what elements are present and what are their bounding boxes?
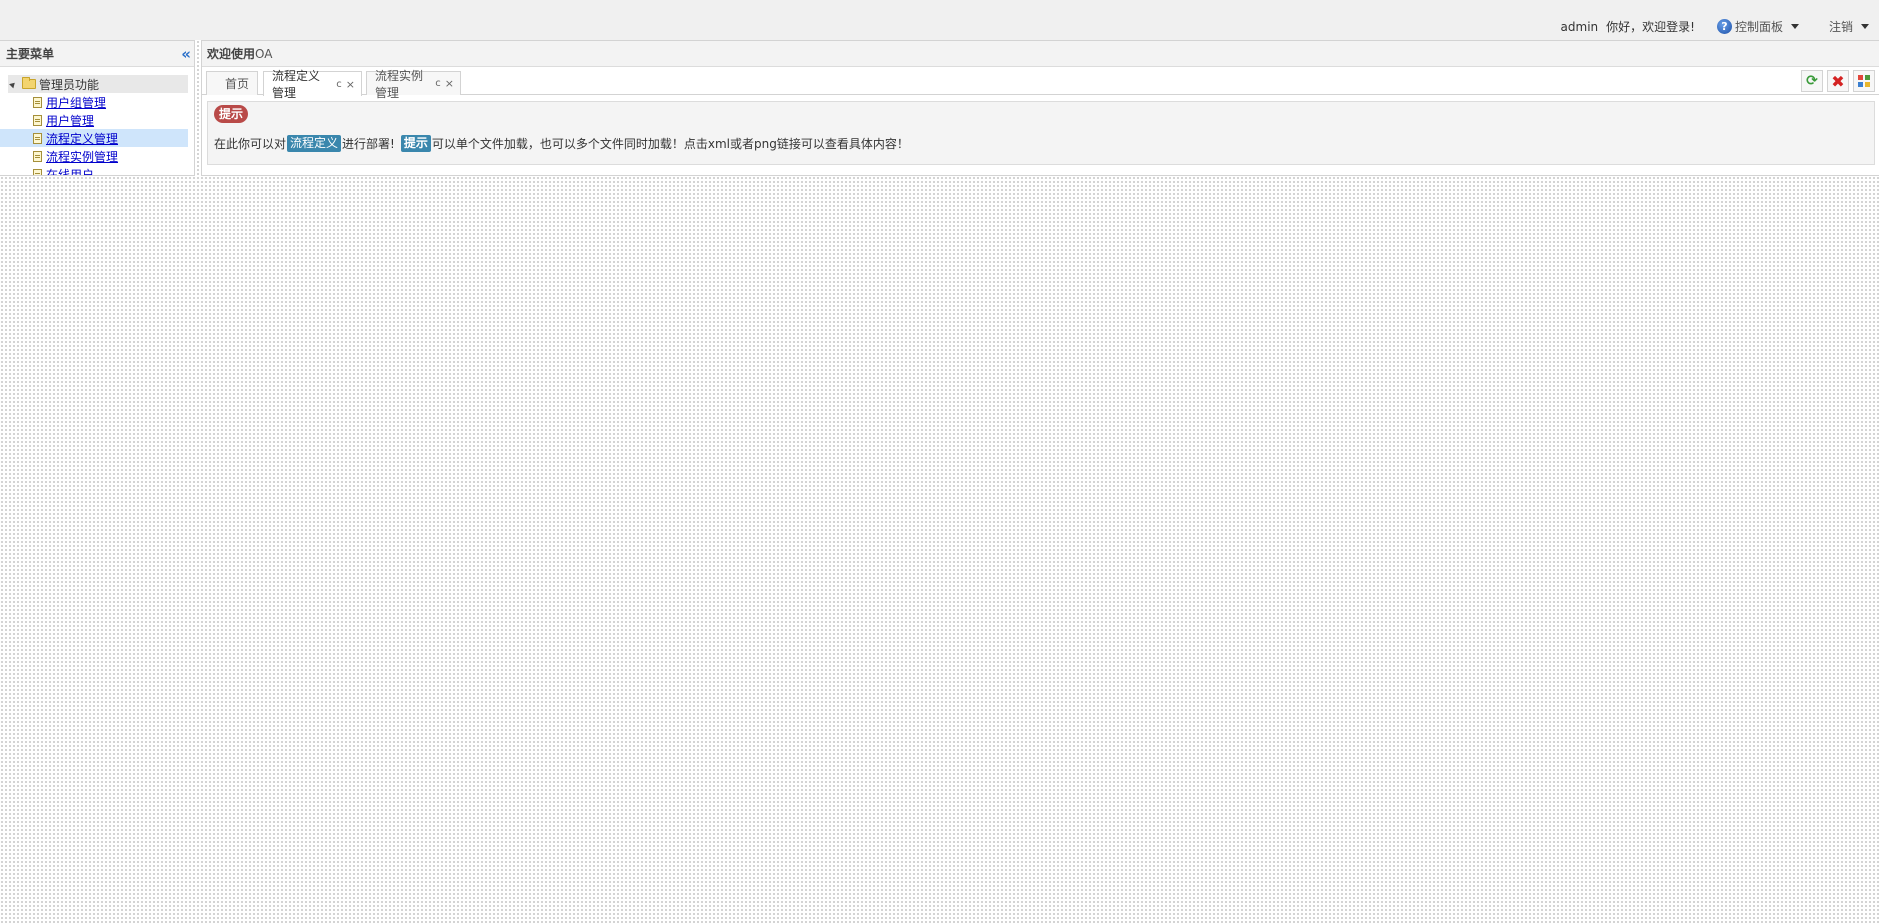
welcome-message: admin 你好，欢迎登录! (1561, 18, 1695, 35)
tab-bar: 首页 流程定义管理 c × 流程实例管理 c × ⟳ ✖ (202, 67, 1879, 100)
sidebar-title: 主要菜单 (6, 47, 55, 61)
tab-label: 流程实例管理 (375, 68, 424, 100)
highlight-label: 流程定义 (287, 135, 342, 152)
tip-text-middle: 进行部署! (342, 137, 395, 151)
sidebar-item-process-definitions[interactable]: 流程定义管理 (0, 129, 188, 147)
logout-label: 注销 (1828, 19, 1853, 34)
document-icon (33, 150, 42, 162)
chevron-down-icon (1790, 23, 1799, 29)
page-title: 欢迎使用 (207, 47, 256, 61)
expand-arrow-icon[interactable] (9, 80, 17, 88)
document-icon (33, 132, 42, 144)
layout-button[interactable] (1853, 70, 1875, 92)
main-panel-header: 欢迎使用 OA (202, 41, 1879, 67)
page-title-suffix: OA (255, 46, 273, 61)
tip-badge: 提示 (214, 105, 249, 123)
sidebar-item-online-users[interactable]: 在线用户 (0, 165, 188, 176)
close-all-button[interactable]: ✖ (1827, 70, 1849, 92)
tab-label: 流程定义管理 (272, 69, 321, 100)
main-panel: 欢迎使用 OA 首页 流程定义管理 c × 流程实例管理 c × ⟳ ✖ 提示 … (201, 40, 1879, 176)
tab-tools: ⟳ ✖ (1801, 70, 1875, 92)
tip-text-before: 在此你可以对 (214, 137, 287, 151)
folder-open-icon (22, 77, 36, 89)
sidebar-item-label[interactable]: 用户管理 (46, 112, 94, 129)
close-all-icon: ✖ (1831, 71, 1845, 91)
tip-panel: 提示 在此你可以对 流程定义 进行部署! 提示 可以单个文件加载，也可以多个文件… (207, 101, 1875, 165)
refresh-icon[interactable]: c (336, 79, 342, 90)
help-icon: ? (1716, 18, 1732, 34)
greeting-text: 你好，欢迎登录! (1606, 19, 1695, 34)
refresh-all-icon: ⟳ (1806, 73, 1818, 89)
control-panel-menu[interactable]: ? 控制面板 (1716, 18, 1799, 35)
tip-text: 在此你可以对 流程定义 进行部署! 提示 可以单个文件加载，也可以多个文件同时加… (214, 135, 909, 152)
sidebar-item-label[interactable]: 用户组管理 (46, 94, 106, 111)
document-icon (33, 168, 42, 175)
double-chevron-left-icon[interactable]: « (181, 45, 191, 63)
tree-node-label: 管理员功能 (39, 77, 100, 92)
menu-tree: 管理员功能 用户组管理 用户管理 流程定义管理 流程实例管理 在线用户 (0, 67, 194, 176)
refresh-all-button[interactable]: ⟳ (1801, 70, 1823, 92)
close-icon[interactable]: × (346, 78, 355, 91)
sidebar-header: 主要菜单 « (0, 41, 194, 67)
tab-process-definitions[interactable]: 流程定义管理 c × (263, 69, 362, 100)
sidebar-item-user-groups[interactable]: 用户组管理 (0, 93, 188, 111)
user-area: admin 你好，欢迎登录! ? 控制面板 注销 (1561, 17, 1869, 35)
document-icon (33, 96, 42, 108)
sidebar-item-process-instances[interactable]: 流程实例管理 (0, 147, 188, 165)
top-bar: admin 你好，欢迎登录! ? 控制面板 注销 (0, 0, 1879, 40)
close-icon[interactable]: × (445, 77, 454, 90)
sidebar-item-label[interactable]: 流程定义管理 (46, 130, 118, 147)
tab-process-instances[interactable]: 流程实例管理 c × (366, 69, 461, 100)
document-icon (33, 114, 42, 126)
highlight-label: 提示 (400, 135, 431, 152)
sidebar-item-label[interactable]: 在线用户 (46, 166, 94, 176)
tree-node-admin-functions[interactable]: 管理员功能 (8, 75, 188, 93)
refresh-icon[interactable]: c (435, 78, 441, 89)
grid-icon (1858, 75, 1870, 87)
username: admin (1560, 19, 1599, 34)
tip-text-after: 可以单个文件加载，也可以多个文件同时加载！点击xml或者png链接可以查看具体内… (431, 137, 909, 151)
sidebar-item-label[interactable]: 流程实例管理 (46, 148, 118, 165)
chevron-down-icon (1861, 23, 1869, 29)
sidebar-item-users[interactable]: 用户管理 (0, 111, 188, 129)
tab-home[interactable]: 首页 (206, 71, 258, 95)
logout-menu[interactable]: 注销 (1829, 18, 1869, 35)
tab-label: 首页 (224, 77, 249, 91)
sidebar: 主要菜单 « 管理员功能 用户组管理 用户管理 流程定义管理 流程实例管理 在线… (0, 40, 195, 176)
control-panel-label: 控制面板 (1734, 19, 1783, 34)
